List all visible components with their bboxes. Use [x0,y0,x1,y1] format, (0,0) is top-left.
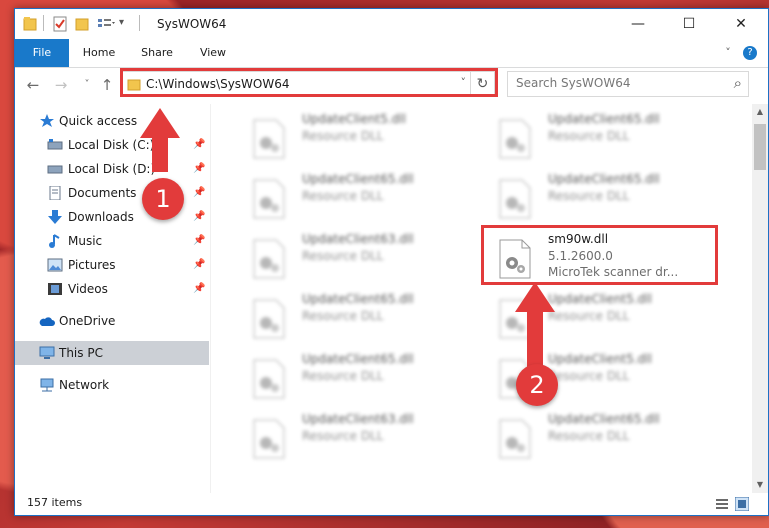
annotation-arrows [140,108,555,370]
arrow-up-icon [515,282,555,370]
arrow-up-icon [140,108,180,172]
step-1-badge: 1 [142,178,184,220]
step-2-badge: 2 [516,364,558,406]
